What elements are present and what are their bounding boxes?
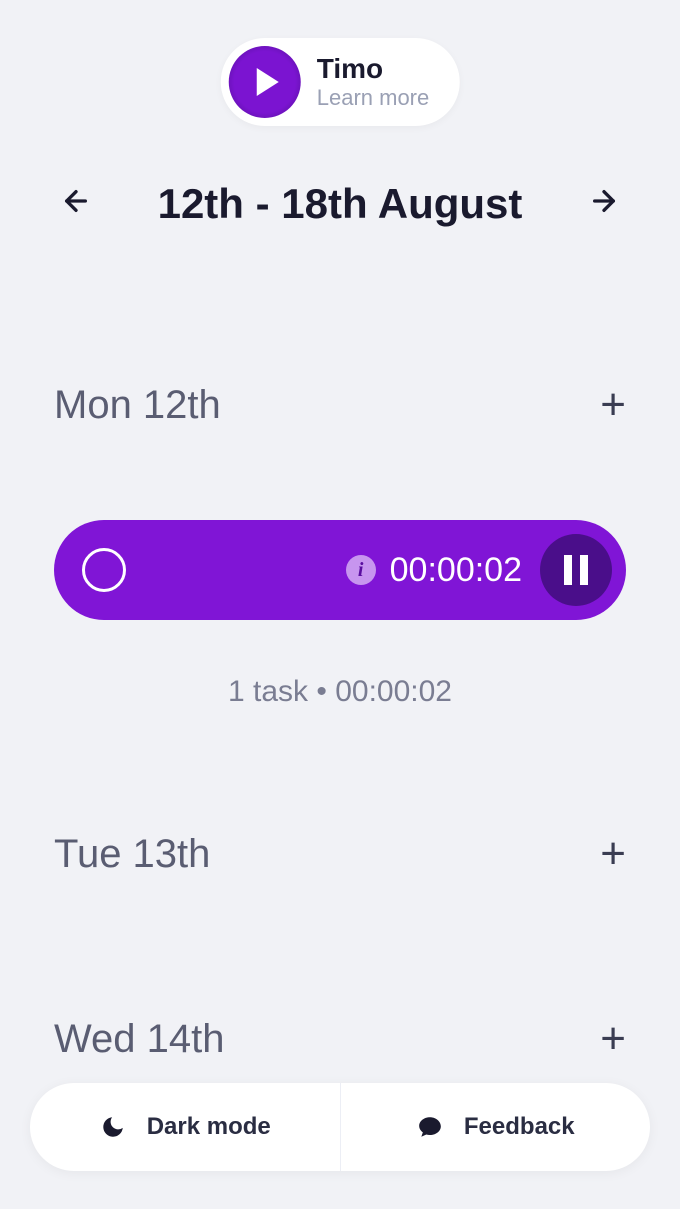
active-timer-bar[interactable]: i 00:00:02 <box>54 520 626 620</box>
timer-elapsed: 00:00:02 <box>390 551 522 590</box>
day-label: Wed 14th <box>54 1017 225 1062</box>
days-list: Mon 12th + i 00:00:02 1 task • 00:00:02 … <box>0 380 680 1154</box>
chat-icon <box>416 1113 444 1141</box>
play-icon <box>257 68 279 96</box>
day-row: Wed 14th + <box>54 1014 626 1064</box>
next-week-button[interactable] <box>588 182 620 227</box>
add-task-button[interactable]: + <box>600 380 626 430</box>
pause-button[interactable] <box>540 534 612 606</box>
app-header-pill[interactable]: Timo Learn more <box>221 38 460 126</box>
footer-bar: Dark mode Feedback <box>30 1083 650 1171</box>
dark-mode-toggle[interactable]: Dark mode <box>30 1083 341 1171</box>
day-label: Mon 12th <box>54 383 221 428</box>
week-range-title: 12th - 18th August <box>158 180 523 228</box>
app-logo <box>229 46 301 118</box>
task-check-circle[interactable] <box>82 548 126 592</box>
dark-mode-label: Dark mode <box>147 1113 271 1141</box>
week-navigator: 12th - 18th August <box>0 180 680 228</box>
app-subtitle: Learn more <box>317 85 430 111</box>
day-label: Tue 13th <box>54 832 210 877</box>
feedback-label: Feedback <box>464 1113 575 1141</box>
prev-week-button[interactable] <box>60 182 92 227</box>
arrow-left-icon <box>60 185 92 217</box>
feedback-button[interactable]: Feedback <box>341 1083 651 1171</box>
day-summary: 1 task • 00:00:02 <box>54 675 626 709</box>
app-name: Timo <box>317 53 430 85</box>
add-task-button[interactable]: + <box>600 1014 626 1064</box>
info-icon[interactable]: i <box>346 555 376 585</box>
pause-icon <box>564 555 572 585</box>
app-title-block: Timo Learn more <box>317 53 430 111</box>
moon-icon <box>99 1113 127 1141</box>
day-row: Mon 12th + <box>54 380 626 430</box>
day-row: Tue 13th + <box>54 829 626 879</box>
add-task-button[interactable]: + <box>600 829 626 879</box>
arrow-right-icon <box>588 185 620 217</box>
